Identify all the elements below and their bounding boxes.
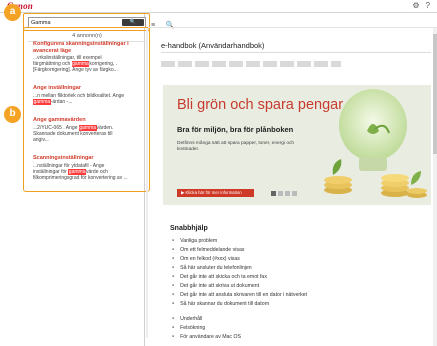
quickhelp-link[interactable]: Det går inte att skriva ut dokument <box>172 281 307 290</box>
result-snippet: ...n mellan fliktorlek och bildkvalitet.… <box>33 92 125 105</box>
banner-more-button[interactable]: ▶ Klicka här för mer information <box>177 189 254 197</box>
result-snippet: ...2/YUC-065 . Ange gammavärden. Skannad… <box>33 124 114 143</box>
scrollbar-thumb[interactable] <box>433 34 437 154</box>
content-toolbar: ≡ 🔍 <box>151 14 431 29</box>
section-link[interactable]: Felsökning <box>172 323 307 332</box>
promo-banner[interactable]: Bli grön och spara pengar Bra för miljön… <box>163 85 431 205</box>
blurred-text <box>161 61 341 67</box>
search-button[interactable]: 🔍 <box>122 19 144 26</box>
search-input[interactable] <box>31 19 121 27</box>
search-hit: gamma <box>33 98 51 105</box>
quickhelp-link[interactable]: Om en felkod (#xxx) visas <box>172 254 307 263</box>
banner-body: Detfinns många sätt att spara papper, to… <box>177 141 295 152</box>
section-link[interactable]: Underhåll <box>172 314 307 323</box>
search-hit: gamma <box>68 168 86 175</box>
section-link[interactable]: För användare av Mac OS <box>172 332 307 341</box>
search-hit: gamma <box>78 124 97 131</box>
carousel-dot[interactable] <box>278 191 283 196</box>
divider <box>148 27 437 28</box>
carousel-dots[interactable] <box>271 191 297 196</box>
divider <box>161 52 431 53</box>
result-title[interactable]: Scanningsinställningar <box>33 155 141 162</box>
scrollbar[interactable] <box>146 28 148 338</box>
quickhelp-link[interactable]: Så här skannar du dokument till datorn <box>172 299 307 308</box>
carousel-dot[interactable] <box>292 191 297 196</box>
top-bar: Canon ⚙ ? <box>0 0 437 12</box>
quickhelp-link[interactable]: Så här ansluter du telefonlinjen <box>172 263 307 272</box>
quickhelp-link[interactable]: Det går inte att ansluta skrivaren till … <box>172 290 307 299</box>
quickhelp-link[interactable]: Om ett felmeddelande visas <box>172 245 307 254</box>
callout-a: a <box>4 4 21 21</box>
list-item[interactable]: Ange gammavärden ...2/YUC-065 . Ange gam… <box>33 117 141 143</box>
result-title[interactable]: Ange gammavärden <box>33 117 141 124</box>
list-item[interactable]: Scanningsinställningar ...nställningar f… <box>33 155 141 181</box>
carousel-dot[interactable] <box>271 191 276 196</box>
result-title[interactable]: Konfigurera skanningsinställningar i ava… <box>33 41 141 54</box>
help-icon[interactable]: ? <box>426 1 430 10</box>
banner-subtitle: Bra för miljön, bra för plånboken <box>177 125 294 134</box>
gear-icon[interactable]: ⚙ <box>412 1 419 10</box>
carousel-dot[interactable] <box>285 191 290 196</box>
list-item[interactable]: Konfigurera skanningsinställningar i ava… <box>33 41 141 74</box>
quickhelp-title: Snabbhjälp <box>170 225 208 232</box>
search-hit: gamma <box>71 61 90 68</box>
result-title[interactable]: Ange inställningar <box>33 85 141 92</box>
result-snippet: ...vrkslinställningar, till exempel färg… <box>33 55 118 74</box>
quickhelp-link[interactable]: Det går inte att skicka och ta emot fax <box>172 272 307 281</box>
callout-b: b <box>4 106 21 123</box>
result-snippet: ...nställningar för ytdatafil - Ange ins… <box>33 162 128 181</box>
quickhelp-list: Vanliga problem Om ett felmeddelande vis… <box>172 236 307 341</box>
page-title: e-handbok (Användarhandbok) <box>161 41 265 50</box>
quickhelp-link[interactable]: Vanliga problem <box>172 236 307 245</box>
banner-headline: Bli grön och spara pengar <box>177 97 344 113</box>
list-item[interactable]: Ange inställningar ...n mellan fliktorle… <box>33 85 141 105</box>
search-icon: 🔍 <box>129 19 137 25</box>
scrollbar[interactable] <box>433 28 437 346</box>
